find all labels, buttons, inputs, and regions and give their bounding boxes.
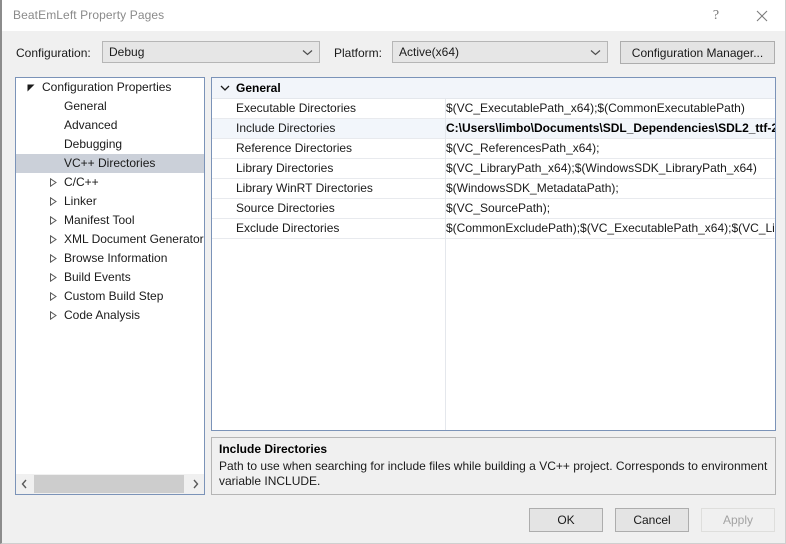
grid-row-value[interactable]: $(VC_LibraryPath_x64);$(WindowsSDK_Libra… (446, 159, 775, 178)
grid-row-value[interactable]: $(VC_ExecutablePath_x64);$(CommonExecuta… (446, 99, 775, 118)
configuration-tree[interactable]: Configuration Properties General Advanced D… (15, 77, 205, 495)
tree-item-linker[interactable]: Linker (16, 192, 204, 211)
grid-row-value[interactable]: $(CommonExcludePath);$(VC_ExecutablePath… (446, 219, 775, 238)
grid-row[interactable]: Source Directories $(VC_SourcePath); (212, 199, 775, 219)
grid-row-name: Reference Directories (236, 141, 353, 155)
tree-item-label: VC++ Directories (64, 156, 156, 170)
grid-row-name: Include Directories (236, 121, 336, 135)
grid-row[interactable]: Reference Directories $(VC_ReferencesPath… (212, 139, 775, 159)
platform-label: Platform: (334, 46, 383, 60)
tree-item-label: Code Analysis (64, 308, 141, 322)
grid-category-label: General (236, 81, 281, 95)
triangle-right-icon (44, 306, 62, 325)
triangle-right-icon (44, 268, 62, 287)
tree-item-label: Build Events (64, 270, 131, 284)
question-mark-icon: ? (712, 7, 720, 23)
triangle-right-icon (44, 287, 62, 306)
tree-item-vc-directories[interactable]: VC++ Directories (16, 154, 204, 173)
grid-row-value[interactable]: $(VC_SourcePath); (446, 199, 775, 218)
title-bar: BeatEmLeft Property Pages ? (2, 0, 785, 32)
grid-row[interactable]: Library WinRT Directories $(WindowsSDK_Me… (212, 179, 775, 199)
tree-item-general[interactable]: General (16, 97, 204, 116)
platform-value: Active(x64) (399, 45, 460, 59)
grid-row-name: Exclude Directories (236, 221, 340, 235)
close-button[interactable] (739, 0, 785, 31)
grid-row-name: Executable Directories (236, 101, 357, 115)
chevron-down-icon (217, 78, 233, 98)
tree-item-build-events[interactable]: Build Events (16, 268, 204, 287)
description-panel: Include Directories Path to use when sea… (211, 437, 776, 495)
grid-row[interactable]: Library Directories $(VC_LibraryPath_x64)… (212, 159, 775, 179)
tree-item-label: XML Document Generator (64, 232, 204, 246)
tree-item-label: C/C++ (64, 175, 99, 189)
tree-item-label: Browse Information (64, 251, 168, 265)
property-pages-dialog: BeatEmLeft Property Pages ? Configuratio… (0, 0, 786, 544)
tree-item-label: General (64, 99, 107, 113)
tree-item-browse-information[interactable]: Browse Information (16, 249, 204, 268)
triangle-right-icon (44, 230, 62, 249)
description-title: Include Directories (219, 442, 328, 456)
chevron-down-icon (302, 42, 313, 62)
description-body: Path to use when searching for include f… (219, 459, 768, 488)
property-grid[interactable]: General Executable Directories $(VC_Execu… (211, 77, 776, 431)
ok-button[interactable]: OK (529, 508, 603, 532)
grid-category-general[interactable]: General (212, 78, 775, 99)
tree-horizontal-scrollbar[interactable] (16, 473, 204, 494)
tree-item-c-c[interactable]: C/C++ (16, 173, 204, 192)
grid-row-value[interactable]: $(VC_ReferencesPath_x64); (446, 139, 775, 158)
grid-column-splitter[interactable] (445, 98, 446, 430)
configuration-toolbar: Configuration: Debug Platform: Active(x6… (2, 31, 785, 72)
tree-item-configuration-properties[interactable]: Configuration Properties (16, 78, 204, 97)
apply-button: Apply (701, 508, 775, 532)
grid-row[interactable]: Include Directories C:\Users\limbo\Docume… (212, 119, 775, 139)
configuration-value: Debug (109, 45, 145, 59)
grid-rows-container: Executable Directories $(VC_ExecutablePat… (212, 99, 775, 239)
tree-item-manifest-tool[interactable]: Manifest Tool (16, 211, 204, 230)
tree-item-label: Manifest Tool (64, 213, 135, 227)
tree-item-label: Configuration Properties (42, 80, 172, 94)
grid-row-name: Library WinRT Directories (236, 181, 373, 195)
tree-item-debugging[interactable]: Debugging (16, 135, 204, 154)
triangle-right-icon (44, 249, 62, 268)
grid-row-value[interactable]: $(WindowsSDK_MetadataPath); (446, 179, 775, 198)
help-button[interactable]: ? (693, 0, 739, 31)
grid-row-name: Library Directories (236, 161, 334, 175)
tree-item-label: Custom Build Step (64, 289, 164, 303)
scroll-left-button[interactable] (16, 474, 33, 494)
scroll-right-button[interactable] (187, 474, 204, 494)
window-title: BeatEmLeft Property Pages (13, 8, 165, 22)
tree-item-advanced[interactable]: Advanced (16, 116, 204, 135)
configuration-label: Configuration: (16, 46, 91, 60)
scrollbar-thumb[interactable] (34, 475, 184, 493)
configuration-manager-button[interactable]: Configuration Manager... (620, 41, 775, 64)
triangle-right-icon (44, 211, 62, 230)
tree-item-label: Linker (64, 194, 97, 208)
tree-item-code-analysis[interactable]: Code Analysis (16, 306, 204, 325)
triangle-right-icon (44, 173, 62, 192)
chevron-down-icon (590, 42, 601, 62)
tree-item-custom-build-step[interactable]: Custom Build Step (16, 287, 204, 306)
triangle-down-icon (22, 78, 40, 97)
tree-item-xml-document-generator[interactable]: XML Document Generator (16, 230, 204, 249)
triangle-right-icon (44, 192, 62, 211)
tree-scroll-area: Configuration Properties General Advanced D… (16, 78, 204, 474)
grid-row[interactable]: Exclude Directories $(CommonExcludePath);… (212, 219, 775, 239)
platform-dropdown[interactable]: Active(x64) (392, 41, 608, 63)
tree-item-label: Advanced (64, 118, 118, 132)
grid-row[interactable]: Executable Directories $(VC_ExecutablePat… (212, 99, 775, 119)
grid-row-value[interactable]: C:\Users\limbo\Documents\SDL_Dependencie… (446, 119, 775, 138)
close-icon (756, 10, 768, 21)
configuration-dropdown[interactable]: Debug (102, 41, 320, 63)
grid-row-name: Source Directories (236, 201, 335, 215)
tree-item-label: Debugging (64, 137, 123, 151)
cancel-button[interactable]: Cancel (615, 508, 689, 532)
